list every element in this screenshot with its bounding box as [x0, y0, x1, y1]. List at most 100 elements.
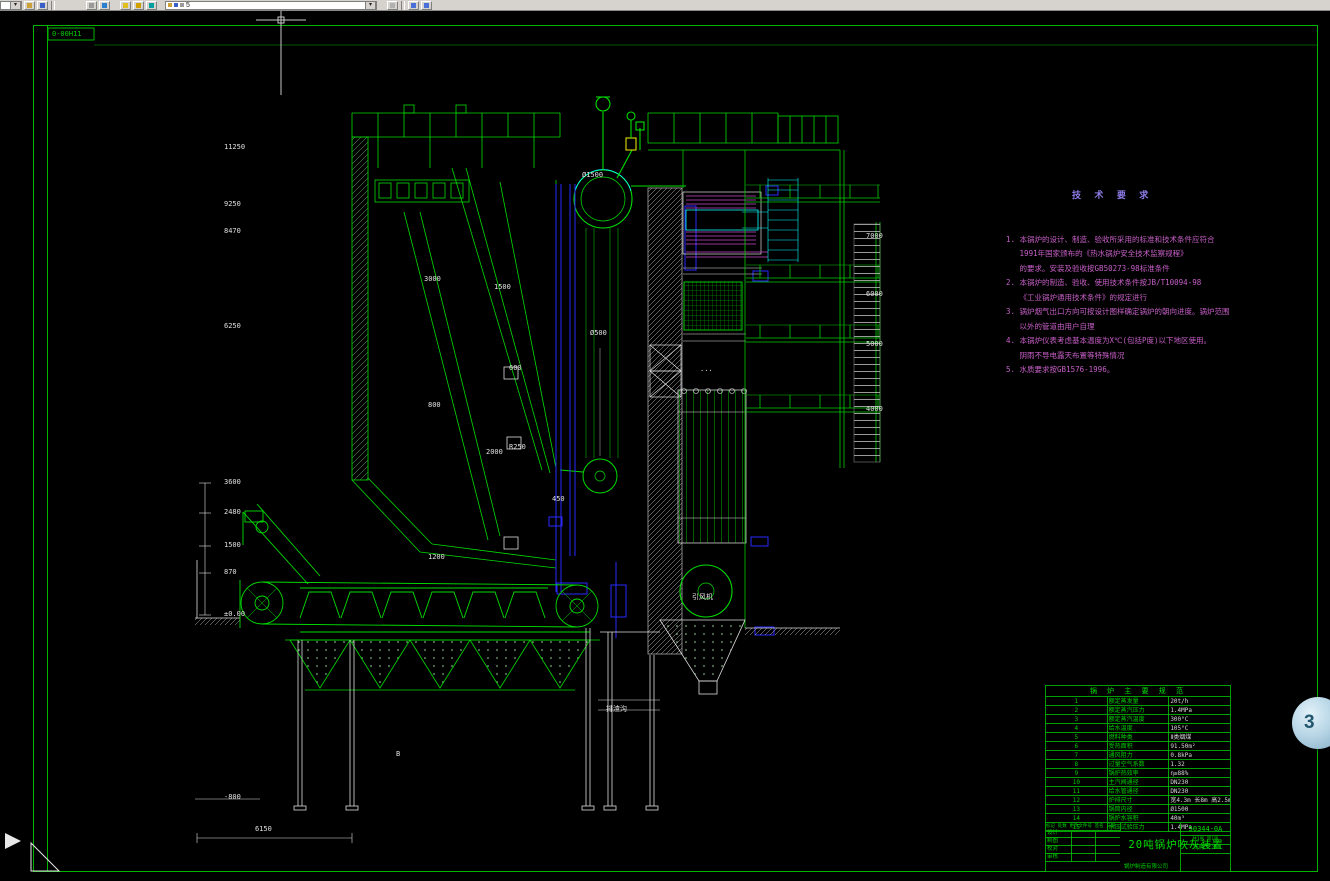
spec-row-number: 10 [1045, 777, 1108, 787]
spec-table-row: 13 锅筒内径 Ø1500 [1045, 804, 1231, 814]
spec-table-row: 12 炉排尺寸 宽4.3m 长8m 高2.5m [1045, 795, 1231, 805]
spec-table-header: 锅 炉 主 要 规 范 [1045, 685, 1231, 697]
tech-requirement-line: 以外的管道由用户自理 [1006, 321, 1095, 331]
spec-row-number: 5 [1045, 732, 1108, 742]
spec-row-value: DN230 [1168, 786, 1231, 796]
spec-row-value: Ø1500 [1168, 804, 1231, 814]
boiler-spec-table: 锅 炉 主 要 规 范 1 额定蒸发量 20t/h 2 额定蒸汽压力 1.4MPa 3 额定蒸… [1045, 685, 1231, 832]
signature-role: 审核 [1046, 854, 1072, 861]
tech-requirement-line: 5. 水质要求按GB1576-1996。 [1006, 365, 1115, 374]
signature-name-cell [1072, 838, 1096, 845]
air-heater [677, 150, 747, 628]
spec-table-row: 4 给水温度 105°C [1045, 723, 1231, 733]
spec-row-number: 11 [1045, 786, 1108, 796]
drawing-canvas[interactable]: 0-00H11 11250 9250 8470 6250 3600 2480 1500 870… [0, 0, 1330, 881]
tech-requirements-body: 1. 本锅炉的设计、制造、验收所采用的标准和技术条件应符合 1991年国家颁布的… [1006, 233, 1256, 378]
title-block: 标记 处数 更改文件号 签名 日期 设计 制图 校对 审核 50344-0A 共1张 … [1045, 822, 1231, 872]
tech-requirement-line: 阴雨不导电露天布置等特殊情况 [1006, 350, 1125, 360]
signature-name-cell [1072, 830, 1096, 837]
badge-count: 3 [1304, 712, 1315, 733]
spec-table-row: 1 额定蒸发量 20t/h [1045, 696, 1231, 706]
spec-row-name: 过量空气系数 [1106, 759, 1170, 769]
steel-structure [351, 104, 840, 168]
chevron-down-icon[interactable]: ▾ [365, 1, 376, 9]
undo-arrow-icon [411, 2, 416, 8]
osnap-button[interactable] [133, 0, 144, 10]
spec-row-number: 13 [1045, 804, 1108, 814]
redo-button[interactable] [421, 0, 432, 10]
economizer [683, 281, 746, 342]
snap-icon [89, 2, 94, 8]
tech-requirement-line: 的要求。安装及验收按GB50273-98标准条件 [1006, 263, 1170, 273]
ucs-icon [30, 841, 61, 872]
spec-row-name: 主汽阀通径 [1106, 777, 1170, 787]
signature-row: 制图 [1046, 838, 1120, 846]
spec-row-name: 燃料种类 [1106, 732, 1170, 742]
ash-hopper [598, 619, 746, 711]
layer-manager-button[interactable] [37, 0, 48, 10]
layers-icon [40, 2, 45, 8]
top-toolbar: ▾ 5 ▾ [0, 0, 1330, 11]
spec-row-number: 8 [1045, 759, 1108, 769]
spec-row-number: 7 [1045, 750, 1108, 760]
spec-row-number: 4 [1045, 723, 1108, 733]
make-layer-current-button[interactable] [24, 0, 35, 10]
spec-table-row: 11 给水管通径 DN230 [1045, 786, 1231, 796]
toolbar-separator [401, 0, 405, 10]
properties-button[interactable] [387, 0, 398, 10]
tech-requirement-line: 2. 本锅炉的制造、验收、使用技术条件按JB/T10094-98 [1006, 278, 1202, 287]
spec-row-number: 12 [1045, 795, 1108, 805]
spec-table-row: 10 主汽阀通径 DN230 [1045, 777, 1231, 787]
signature-name-cell [1072, 846, 1096, 853]
snap-button[interactable] [86, 0, 97, 10]
signature-role: 校对 [1046, 846, 1072, 853]
style-dropdown[interactable]: ▾ [0, 0, 22, 10]
spec-row-name: 锅筒内径 [1106, 804, 1170, 814]
signature-role: 设计 [1046, 830, 1072, 837]
spec-row-name: 额定蒸发量 [1106, 696, 1170, 706]
spec-row-value: 105°C [1168, 723, 1231, 733]
spec-table-row: 7 通风阻力 0.8kPa [1045, 750, 1231, 760]
spec-row-number: 2 [1045, 705, 1108, 715]
tech-requirement-line: 3. 锅炉烟气出口方向可按设计图样确定锅炉的朝向进度。锅炉范围 [1006, 307, 1230, 316]
spec-table-row: 6 受热面积 91.50m² [1045, 741, 1231, 751]
spec-table-row: 9 锅炉热效率 η≥88% [1045, 768, 1231, 778]
spec-table-row: 8 过量空气系数 1.32 [1045, 759, 1231, 769]
layer-select-combo[interactable]: 5 ▾ [165, 0, 377, 10]
platforms-ladders [745, 150, 881, 468]
spec-row-name: 额定蒸汽压力 [1106, 705, 1170, 715]
layer-on-icon [168, 3, 172, 7]
redo-arrow-icon [424, 2, 429, 8]
spec-row-value: DN230 [1168, 777, 1231, 787]
spec-row-name: 受热面积 [1106, 741, 1170, 751]
spec-row-name: 通风阻力 [1106, 750, 1170, 760]
spec-row-value: 宽4.3m 长8m 高2.5m [1168, 795, 1231, 805]
spec-row-name: 锅炉热效率 [1106, 768, 1170, 778]
under-grate-hoppers [285, 639, 600, 691]
spec-row-value: 1.4MPa [1168, 705, 1231, 715]
spec-row-number: 6 [1045, 741, 1108, 751]
signature-row: 设计 [1046, 830, 1120, 838]
undo-button[interactable] [408, 0, 419, 10]
chevron-down-icon[interactable]: ▾ [10, 1, 21, 9]
tech-requirement-line: 《工业锅炉通用技术条件》的规定进行 [1006, 292, 1148, 302]
grid-icon [102, 2, 107, 8]
signature-name-cell [1072, 854, 1096, 861]
grid-button[interactable] [99, 0, 110, 10]
spec-row-value: 1.32 [1168, 759, 1231, 769]
layer-current-icon [27, 2, 32, 8]
spec-row-number: 1 [1045, 696, 1108, 706]
properties-icon [390, 2, 395, 8]
tech-requirements-title: 技 术 要 求 [1072, 191, 1153, 201]
company-name: 锅炉制造有限公司 [1123, 864, 1168, 870]
otrack-button[interactable] [146, 0, 157, 10]
signature-date-cell [1096, 846, 1120, 853]
drawing-number: 50344-0A [1181, 823, 1230, 836]
otrack-icon [149, 2, 154, 8]
induced-fan [679, 564, 733, 618]
layer-freeze-icon [174, 3, 178, 7]
signature-row: 校对 [1046, 846, 1120, 854]
ortho-button[interactable] [120, 0, 131, 10]
layer-lock-icon [180, 3, 184, 7]
drawing-title: 20吨锅炉吹灰装置 [1128, 839, 1224, 851]
